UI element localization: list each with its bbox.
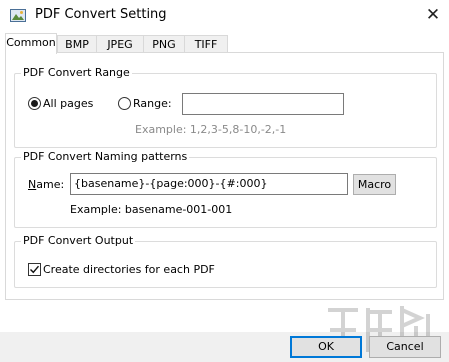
output-group: PDF Convert Output Create directories fo… (14, 234, 437, 288)
tab-bmp[interactable]: BMP (57, 35, 97, 53)
tab-label: Common (6, 36, 56, 49)
range-label[interactable]: Range: (133, 97, 172, 110)
macro-button[interactable]: Macro (353, 174, 396, 195)
output-group-title: PDF Convert Output (21, 234, 136, 247)
cancel-button[interactable]: Cancel (369, 336, 441, 358)
range-input[interactable] (182, 93, 344, 115)
range-group: PDF Convert Range All pages Range: Examp… (14, 66, 437, 148)
range-group-title: PDF Convert Range (21, 66, 132, 79)
all-pages-radio[interactable] (28, 97, 41, 110)
tab-label: PNG (152, 38, 176, 51)
window-title: PDF Convert Setting (35, 7, 167, 22)
name-pattern-input[interactable]: {basename}-{page:000}-{#:000} (70, 173, 348, 195)
naming-group: PDF Convert Naming patterns Name: {basen… (14, 150, 437, 228)
tab-strip: Common BMP JPEG PNG TIFF (5, 33, 445, 54)
tab-label: JPEG (107, 38, 133, 51)
tab-png[interactable]: PNG (143, 35, 185, 53)
tab-common[interactable]: Common (5, 33, 57, 54)
range-radio[interactable] (118, 97, 131, 110)
all-pages-label[interactable]: All pages (43, 97, 93, 110)
common-tab-panel: PDF Convert Range All pages Range: Examp… (5, 52, 444, 300)
ok-button[interactable]: OK (290, 336, 362, 358)
tab-tiff[interactable]: TIFF (184, 35, 228, 53)
radio-selected-dot (31, 100, 38, 107)
picture-icon (10, 9, 26, 22)
close-icon[interactable]: ✕ (420, 4, 446, 26)
range-example: Example: 1,2,3-5,8-10,-2,-1 (135, 123, 287, 136)
tab-label: TIFF (194, 38, 218, 51)
title-bar: PDF Convert Setting ✕ (0, 0, 449, 31)
name-label-accesskey: N (28, 178, 37, 191)
tab-jpeg[interactable]: JPEG (96, 35, 144, 53)
create-dirs-checkbox[interactable] (28, 263, 41, 276)
name-label: Name: (28, 178, 64, 191)
checkmark-icon (30, 265, 40, 274)
naming-example: Example: basename-001-001 (70, 203, 233, 216)
create-dirs-label[interactable]: Create directories for each PDF (43, 263, 215, 276)
tab-label: BMP (65, 38, 89, 51)
name-label-rest: ame: (36, 178, 65, 191)
naming-group-title: PDF Convert Naming patterns (21, 150, 190, 163)
name-pattern-value: {basename}-{page:000}-{#:000} (74, 177, 268, 190)
